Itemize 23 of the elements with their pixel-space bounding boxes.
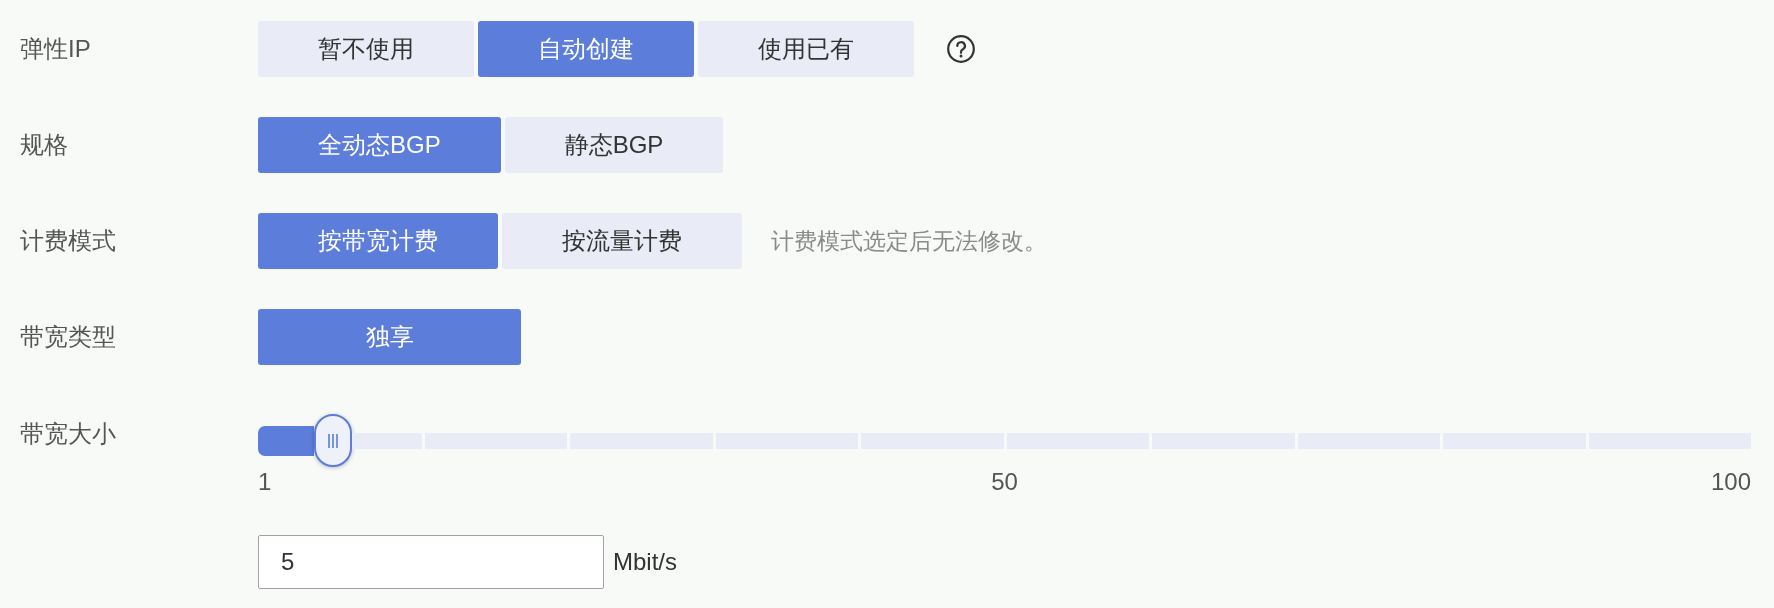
hint-text: 计费模式选定后无法修改。 [771,226,1047,256]
option-button[interactable]: 按带宽计费 [258,213,498,269]
field-label: 计费模式 [20,227,116,255]
tick-label: 1 [258,467,272,497]
option-button[interactable]: 使用已有 [698,21,914,77]
grip-icon [326,432,339,449]
option-button[interactable]: 按流量计费 [502,213,742,269]
tick-label: 50 [991,467,1018,497]
bandwidth-input[interactable]: 5 [258,535,604,589]
help-icon[interactable] [947,35,975,63]
field-label: 弹性IP [20,35,91,63]
option-button[interactable]: 独享 [258,309,521,365]
option-button[interactable]: 暂不使用 [258,21,474,77]
field-label: 带宽大小 [20,420,116,448]
option-button[interactable]: 自动创建 [478,21,694,77]
tick-label: 100 [1710,467,1751,497]
unit-label: Mbit/s [613,548,677,576]
option-button[interactable]: 静态BGP [504,117,724,173]
slider-track[interactable] [351,432,1751,449]
option-button[interactable]: 全动态BGP [258,117,501,173]
field-label: 带宽类型 [20,323,116,351]
slider-handle[interactable] [313,414,352,467]
field-label: 规格 [20,131,68,159]
